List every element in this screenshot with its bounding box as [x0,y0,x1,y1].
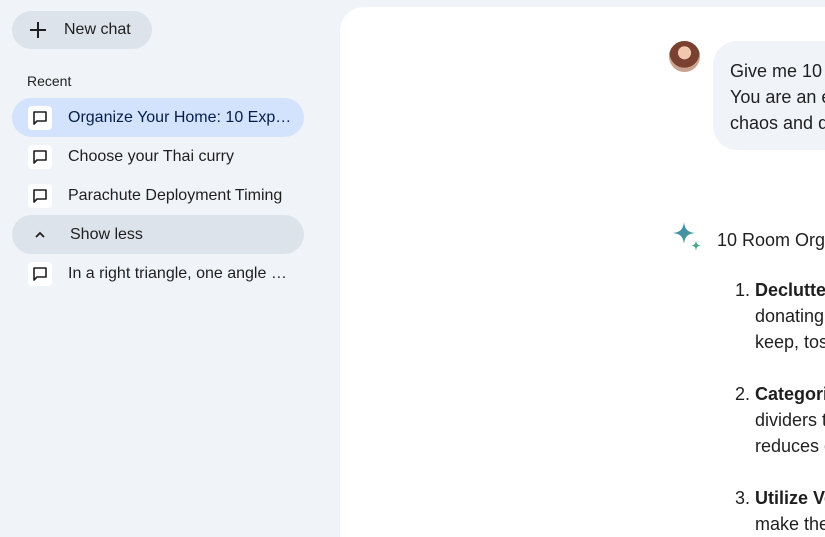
list-item-heading: Utilize Ve [755,488,825,508]
sidebar-item-parachute[interactable]: Parachute Deployment Timing [12,176,304,215]
chat-icon [28,105,52,130]
sidebar-item-label: Parachute Deployment Timing [68,186,283,204]
list-item-line: make the [755,514,825,534]
sparkle-icon [673,222,701,251]
list-number: 2. [735,384,751,404]
list-item-heading: Categori [755,384,825,404]
list-number: 1. [735,280,751,300]
recent-section-label: Recent [27,73,72,89]
user-message-bubble: Give me 10 t You are an e chaos and d [713,41,825,150]
list-item-heading: Declutte [755,280,825,300]
list-item: 3. Utilize Ve make the [735,485,825,537]
show-less-label: Show less [70,225,143,243]
new-chat-label: New chat [64,21,131,38]
plus-icon [30,22,46,38]
chat-icon [28,183,52,208]
chat-icon [28,144,52,169]
list-item-line: keep, tos [755,332,825,352]
list-item: 2. Categori dividers t reduces c [735,381,825,459]
new-chat-button[interactable]: New chat [12,11,152,49]
response-title: 10 Room Orga [717,230,825,250]
sidebar-item-label: Choose your Thai curry [68,147,234,165]
user-message-line: chaos and d [730,113,825,133]
sidebar-item-thai-curry[interactable]: Choose your Thai curry [12,137,304,176]
show-less-button[interactable]: Show less [12,215,304,254]
sidebar-item-label: In a right triangle, one angle measures [68,264,292,282]
list-item: 1. Declutte donating keep, tos [735,277,825,355]
chat-icon [28,261,52,286]
list-item-line: donating [755,306,825,326]
sidebar-item-right-triangle[interactable]: In a right triangle, one angle measures [12,254,304,293]
chevron-up-icon [28,223,52,247]
sidebar-item-organize-your-home[interactable]: Organize Your Home: 10 Expert Tips [12,98,304,137]
list-item-line: dividers t [755,410,825,430]
user-message-line: You are an e [730,87,825,107]
user-avatar [669,41,700,72]
conversation-panel: Give me 10 t You are an e chaos and d 10… [340,7,825,537]
list-item-line: reduces c [755,436,825,456]
sidebar: New chat Recent Organize Your Home: 10 E… [0,0,340,528]
list-number: 3. [735,488,751,508]
user-message-line: Give me 10 t [730,61,825,81]
response-list: 1. Declutte donating keep, tos 2. Catego… [735,277,825,537]
sidebar-item-label: Organize Your Home: 10 Expert Tips [68,108,292,126]
